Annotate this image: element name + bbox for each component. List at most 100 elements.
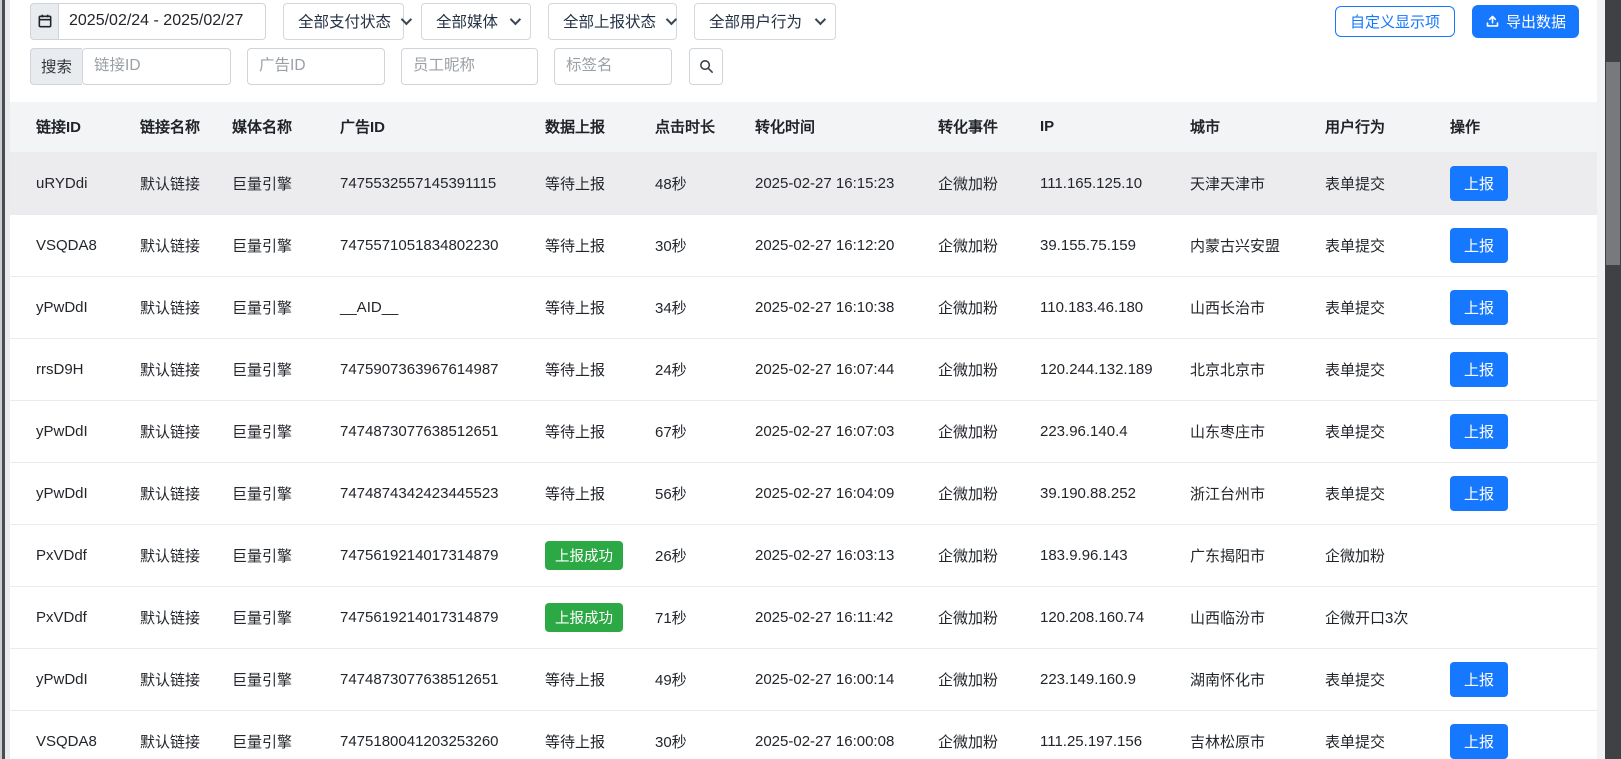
cell-media_name: 巨量引擎 [206,462,314,524]
chevron-down-icon [510,14,521,25]
report-button[interactable]: 上报 [1450,166,1508,201]
cell-report_status: 等待上报 [519,648,629,710]
cell-link_name: 默认链接 [114,462,206,524]
cell-user_behavior: 表单提交 [1299,710,1424,759]
calendar-icon [37,13,53,29]
cell-click_duration: 30秒 [629,214,729,276]
table-row: yPwDdI默认链接巨量引擎7474873077638512651等待上报49秒… [10,648,1597,710]
cell-convert_event: 企微加粉 [912,524,1014,586]
cell-ip: 183.9.96.143 [1014,524,1164,586]
cell-report_status: 上报成功 [519,586,629,648]
cell-link_name: 默认链接 [114,524,206,586]
column-header-user_behavior: 用户行为 [1299,102,1424,152]
cell-city: 山西临汾市 [1164,586,1299,648]
report-button[interactable]: 上报 [1450,352,1508,387]
search-icon [698,58,715,75]
cell-user_behavior: 表单提交 [1299,152,1424,214]
cell-click_duration: 34秒 [629,276,729,338]
cell-link_id: yPwDdI [10,648,114,710]
report-button[interactable]: 上报 [1450,724,1508,759]
cell-click_duration: 30秒 [629,710,729,759]
cell-media_name: 巨量引擎 [206,710,314,759]
cell-link_id: PxVDdf [10,524,114,586]
table-body: uRYDdi默认链接巨量引擎7475532557145391115等待上报48秒… [10,152,1597,759]
cell-ad_id: __AID__ [314,276,519,338]
chevron-down-icon [815,14,826,25]
date-range-input[interactable] [58,3,266,40]
table-row: VSQDA8默认链接巨量引擎7475571051834802230等待上报30秒… [10,214,1597,276]
cell-click_duration: 56秒 [629,462,729,524]
cell-action [1424,586,1597,648]
vertical-scrollbar[interactable] [1605,0,1621,759]
filter-payment-status-select[interactable]: 全部支付状态 [283,3,404,40]
cell-action: 上报 [1424,710,1597,759]
scrollbar-thumb[interactable] [1606,62,1620,265]
cell-ad_id: 7475532557145391115 [314,152,519,214]
cell-convert_time: 2025-02-27 16:00:08 [729,710,912,759]
table-row: VSQDA8默认链接巨量引擎7475180041203253260等待上报30秒… [10,710,1597,759]
cell-media_name: 巨量引擎 [206,214,314,276]
cell-action: 上报 [1424,152,1597,214]
cell-report_status: 等待上报 [519,338,629,400]
filter-user-behavior-value: 全部用户行为 [709,10,802,32]
cell-media_name: 巨量引擎 [206,276,314,338]
search-staff-nickname-input[interactable] [401,48,538,85]
column-header-media_name: 媒体名称 [206,102,314,152]
table-row: yPwDdI默认链接巨量引擎__AID__等待上报34秒2025-02-27 1… [10,276,1597,338]
cell-city: 广东揭阳市 [1164,524,1299,586]
cell-city: 吉林松原市 [1164,710,1299,759]
cell-convert_time: 2025-02-27 16:11:42 [729,586,912,648]
cell-media_name: 巨量引擎 [206,338,314,400]
filter-media-select[interactable]: 全部媒体 [421,3,531,40]
cell-convert_event: 企微加粉 [912,214,1014,276]
cell-convert_time: 2025-02-27 16:07:03 [729,400,912,462]
export-data-label: 导出数据 [1506,11,1566,32]
table-row: rrsD9H默认链接巨量引擎7475907363967614987等待上报24秒… [10,338,1597,400]
cell-convert_event: 企微加粉 [912,586,1014,648]
cell-action: 上报 [1424,214,1597,276]
cell-report_status: 等待上报 [519,214,629,276]
report-button[interactable]: 上报 [1450,476,1508,511]
search-tag-name-input[interactable] [554,48,672,85]
column-header-city: 城市 [1164,102,1299,152]
column-header-link_id: 链接ID [10,102,114,152]
cell-link_id: yPwDdI [10,400,114,462]
cell-link_id: rrsD9H [10,338,114,400]
search-ad-id-input[interactable] [247,48,385,85]
cell-media_name: 巨量引擎 [206,400,314,462]
search-link-id-input[interactable] [82,48,231,85]
report-button[interactable]: 上报 [1450,228,1508,263]
cell-report_status: 上报成功 [519,524,629,586]
customize-columns-button[interactable]: 自定义显示项 [1335,6,1455,37]
report-button[interactable]: 上报 [1450,414,1508,449]
window-left-edge [0,0,10,759]
table-row: PxVDdf默认链接巨量引擎7475619214017314879上报成功71秒… [10,586,1597,648]
filter-user-behavior-select[interactable]: 全部用户行为 [694,3,836,40]
filter-report-status-select[interactable]: 全部上报状态 [548,3,677,40]
cell-click_duration: 71秒 [629,586,729,648]
report-button[interactable]: 上报 [1450,290,1508,325]
cell-ad_id: 7475180041203253260 [314,710,519,759]
cell-link_name: 默认链接 [114,710,206,759]
cell-ip: 111.25.197.156 [1014,710,1164,759]
cell-city: 北京北京市 [1164,338,1299,400]
calendar-button[interactable] [30,3,58,40]
cell-report_status: 等待上报 [519,462,629,524]
cell-report_status: 等待上报 [519,710,629,759]
report-success-badge: 上报成功 [545,603,623,632]
report-button[interactable]: 上报 [1450,662,1508,697]
cell-ad_id: 7475907363967614987 [314,338,519,400]
search-button[interactable] [689,48,723,85]
cell-report_status: 等待上报 [519,152,629,214]
cell-media_name: 巨量引擎 [206,586,314,648]
column-header-convert_time: 转化时间 [729,102,912,152]
cell-convert_time: 2025-02-27 16:10:38 [729,276,912,338]
cell-ip: 110.183.46.180 [1014,276,1164,338]
filter-payment-status-value: 全部支付状态 [298,10,391,32]
cell-ip: 39.190.88.252 [1014,462,1164,524]
export-data-button[interactable]: 导出数据 [1472,5,1579,38]
cell-user_behavior: 企微加粉 [1299,524,1424,586]
search-label: 搜索 [30,48,82,85]
cell-user_behavior: 表单提交 [1299,276,1424,338]
cell-user_behavior: 表单提交 [1299,338,1424,400]
